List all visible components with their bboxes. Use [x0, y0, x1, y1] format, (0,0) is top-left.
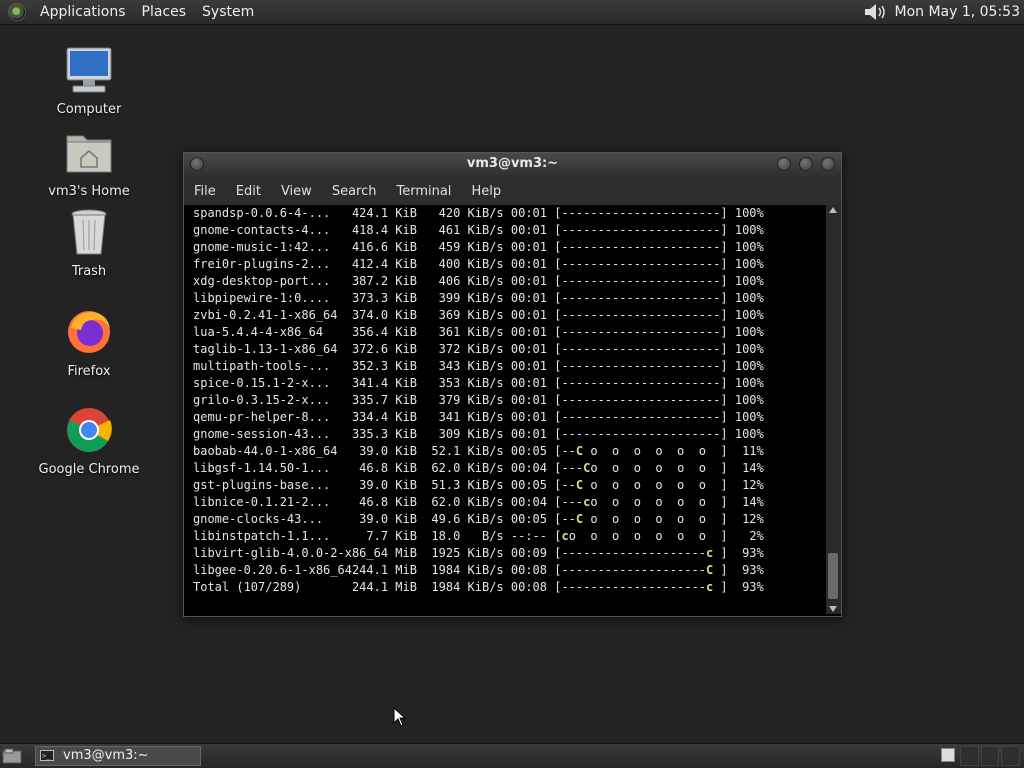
firefox-icon: [68, 311, 110, 353]
desktop-icon-label: Google Chrome: [38, 462, 140, 477]
top-panel: Applications Places System Mon May 1, 05…: [0, 0, 1024, 25]
progress-pacman-marker: C: [583, 461, 591, 475]
terminal-line: gnome-session-43... 335.3 KiB 309 KiB/s …: [193, 427, 764, 441]
mouse-pointer-icon: [393, 707, 407, 727]
progress-pacman-marker: c: [705, 546, 714, 560]
progress-pacman-marker: C: [575, 478, 584, 492]
terminal-line: gst-plugins-base... 39.0 KiB 51.3 KiB/s …: [193, 478, 764, 492]
volume-icon[interactable]: [862, 2, 888, 22]
menu-file[interactable]: File: [184, 184, 226, 199]
terminal-line: libpipewire-1:0.... 373.3 KiB 399 KiB/s …: [193, 291, 764, 305]
scroll-down-arrow-icon[interactable]: [829, 606, 837, 612]
workspace-2[interactable]: [980, 746, 1000, 766]
minimize-button[interactable]: [777, 157, 791, 171]
terminal-line: spandsp-0.0.6-4-... 424.1 KiB 420 KiB/s …: [193, 206, 764, 220]
progress-pacman-marker: c: [561, 529, 569, 543]
chrome-icon: [67, 408, 112, 452]
terminal-line: taglib-1.13-1-x86_64 372.6 KiB 372 KiB/s…: [193, 342, 764, 356]
trash-icon: [71, 209, 107, 255]
terminal-line: gnome-music-1:42... 416.6 KiB 459 KiB/s …: [193, 240, 764, 254]
progress-pacman-marker: c: [705, 580, 714, 594]
menu-system[interactable]: System: [194, 0, 262, 24]
terminal-line: libgee-0.20.6-1-x86_64244.1 MiB 1984 KiB…: [193, 563, 764, 577]
terminal-menubar: File Edit View Search Terminal Help: [184, 177, 841, 205]
menu-view[interactable]: View: [271, 184, 322, 199]
taskbar-button-terminal[interactable]: >_ vm3@vm3:~: [35, 746, 201, 766]
terminal-line: libnice-0.1.21-2... 46.8 KiB 62.0 KiB/s …: [193, 495, 764, 509]
close-button[interactable]: [821, 157, 835, 171]
computer-icon: [66, 47, 112, 93]
workspace-switcher-indicator[interactable]: [941, 748, 955, 762]
desktop-icon-label: vm3's Home: [48, 184, 130, 199]
terminal-line: libinstpatch-1.1... 7.7 KiB 18.0 B/s --:…: [193, 529, 764, 543]
desktop-icon-computer[interactable]: Computer: [34, 46, 144, 117]
scroll-thumb[interactable]: [828, 553, 838, 599]
terminal-line: lua-5.4.4-4-x86_64 356.4 KiB 361 KiB/s 0…: [193, 325, 764, 339]
home-folder-icon: [66, 135, 112, 173]
terminal-line: baobab-44.0-1-x86_64 39.0 KiB 52.1 KiB/s…: [193, 444, 764, 458]
terminal-line: gnome-contacts-4... 418.4 KiB 461 KiB/s …: [193, 223, 764, 237]
clock[interactable]: Mon May 1, 05:53: [894, 4, 1020, 20]
desktop-icon-label: Computer: [56, 102, 122, 117]
terminal-line: Total (107/289) 244.1 MiB 1984 KiB/s 00:…: [193, 580, 764, 594]
terminal-line: libvirt-glib-4.0.0-2-x86_64 MiB 1925 KiB…: [193, 546, 764, 560]
scroll-up-arrow-icon[interactable]: [829, 207, 837, 213]
terminal-line: frei0r-plugins-2... 412.4 KiB 400 KiB/s …: [193, 257, 764, 271]
terminal-line: grilo-0.3.15-2-x... 335.7 KiB 379 KiB/s …: [193, 393, 764, 407]
terminal-line: spice-0.15.1-2-x... 341.4 KiB 353 KiB/s …: [193, 376, 764, 390]
terminal-icon: >_: [40, 750, 54, 761]
progress-pacman-marker: C: [575, 444, 584, 458]
workspace-3[interactable]: [1001, 746, 1021, 766]
show-desktop-icon[interactable]: [2, 748, 22, 764]
window-titlebar[interactable]: vm3@vm3:~: [184, 153, 841, 177]
desktop-icon-label: Firefox: [67, 364, 111, 379]
terminal-line: libgsf-1.14.50-1... 46.8 KiB 62.0 KiB/s …: [193, 461, 764, 475]
desktop-icon-chrome[interactable]: Google Chrome: [34, 406, 144, 477]
window-menu-icon[interactable]: [190, 157, 204, 171]
terminal-line: zvbi-0.2.41-1-x86_64 374.0 KiB 369 KiB/s…: [193, 308, 764, 322]
terminal-line: gnome-clocks-43... 39.0 KiB 49.6 KiB/s 0…: [193, 512, 764, 526]
progress-pacman-marker: C: [705, 563, 714, 577]
desktop-icon-label: Trash: [71, 264, 107, 279]
menu-terminal[interactable]: Terminal: [386, 184, 461, 199]
terminal-line: multipath-tools-... 352.3 KiB 343 KiB/s …: [193, 359, 764, 373]
menu-places[interactable]: Places: [134, 0, 195, 24]
progress-pacman-marker: c: [583, 495, 591, 509]
menu-edit[interactable]: Edit: [226, 184, 271, 199]
terminal-line: xdg-desktop-port... 387.2 KiB 406 KiB/s …: [193, 274, 764, 288]
top-panel-tray: Mon May 1, 05:53: [862, 0, 1020, 24]
progress-pacman-marker: C: [575, 512, 584, 526]
bottom-panel: >_ vm3@vm3:~: [0, 743, 1024, 768]
maximize-button[interactable]: [799, 157, 813, 171]
os-logo-icon[interactable]: [8, 3, 26, 21]
terminal-scrollbar[interactable]: [826, 205, 841, 614]
terminal-window[interactable]: vm3@vm3:~ File Edit View Search Terminal…: [183, 152, 842, 617]
workspace-1[interactable]: [960, 746, 979, 766]
workspace-switcher[interactable]: [960, 746, 1021, 766]
menu-search[interactable]: Search: [322, 184, 387, 199]
desktop-icon-trash[interactable]: Trash: [34, 208, 144, 279]
desktop-icon-home[interactable]: vm3's Home: [34, 128, 144, 199]
terminal-output[interactable]: spandsp-0.0.6-4-... 424.1 KiB 420 KiB/s …: [184, 205, 825, 614]
menu-help[interactable]: Help: [461, 184, 511, 199]
taskbar-button-label: vm3@vm3:~: [63, 748, 149, 763]
window-title: vm3@vm3:~: [466, 156, 559, 171]
desktop-icon-firefox[interactable]: Firefox: [34, 308, 144, 379]
terminal-line: qemu-pr-helper-8... 334.4 KiB 341 KiB/s …: [193, 410, 764, 424]
menu-applications[interactable]: Applications: [32, 0, 134, 24]
